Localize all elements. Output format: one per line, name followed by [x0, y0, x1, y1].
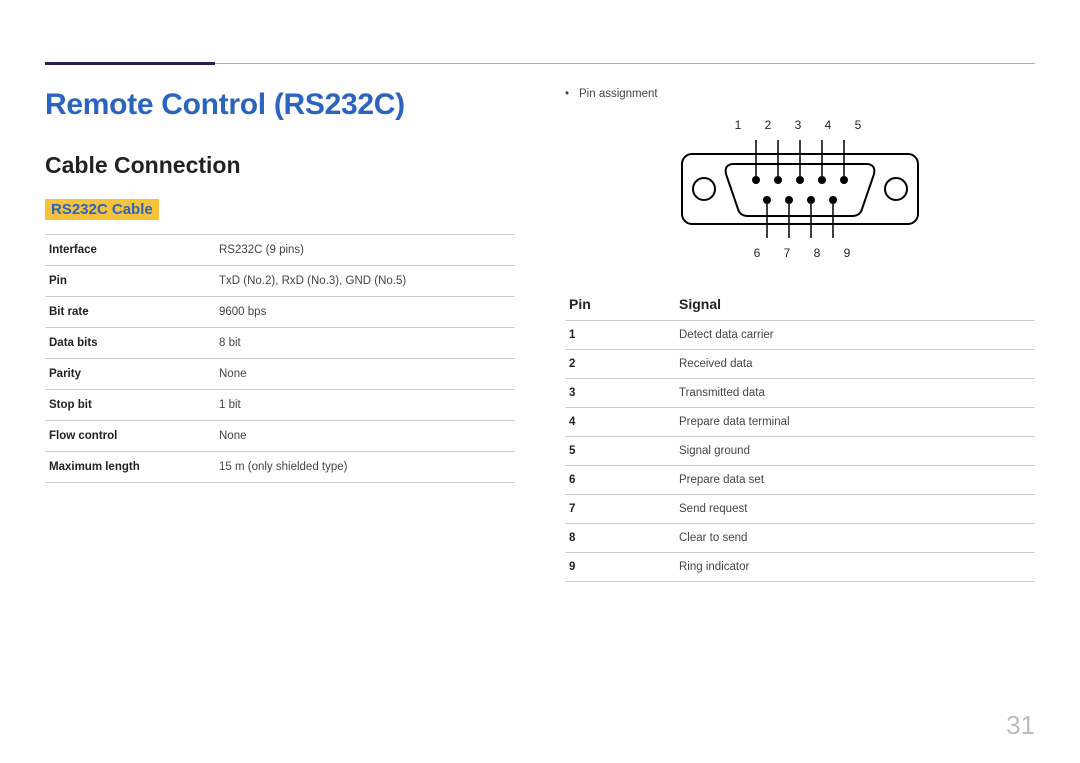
pin-assignment-label: •Pin assignment: [565, 88, 1035, 100]
signal-table: Pin Signal 1Detect data carrier2Received…: [565, 288, 1035, 582]
header-accent: [45, 62, 215, 65]
spec-key: Maximum length: [45, 452, 215, 483]
page-number: 31: [1006, 710, 1035, 741]
spec-key: Flow control: [45, 421, 215, 452]
table-row: 4Prepare data terminal: [565, 408, 1035, 437]
signal-table-header-pin: Pin: [565, 288, 675, 321]
bullet-icon: •: [565, 88, 579, 100]
table-row: Bit rate9600 bps: [45, 297, 515, 328]
pin-signal: Received data: [675, 350, 1035, 379]
spec-key: Bit rate: [45, 297, 215, 328]
pin-number: 6: [565, 466, 675, 495]
db9-connector-icon: [680, 134, 920, 244]
spec-value: 8 bit: [215, 328, 515, 359]
spec-key: Stop bit: [45, 390, 215, 421]
content-area: Remote Control (RS232C) Cable Connection…: [45, 88, 1035, 582]
spec-value: TxD (No.2), RxD (No.3), GND (No.5): [215, 266, 515, 297]
pin-labels-bottom: 6 7 8 9: [670, 246, 930, 260]
spec-key: Parity: [45, 359, 215, 390]
connector-diagram: 1 2 3 4 5: [670, 118, 930, 260]
pin-signal: Clear to send: [675, 524, 1035, 553]
signal-table-header-signal: Signal: [675, 288, 1035, 321]
pin-number: 4: [565, 408, 675, 437]
table-row: InterfaceRS232C (9 pins): [45, 235, 515, 266]
table-row: 6Prepare data set: [565, 466, 1035, 495]
pin-number: 9: [565, 553, 675, 582]
table-row: PinTxD (No.2), RxD (No.3), GND (No.5): [45, 266, 515, 297]
pin-labels-top: 1 2 3 4 5: [670, 118, 930, 132]
spec-value: 1 bit: [215, 390, 515, 421]
spec-value: 15 m (only shielded type): [215, 452, 515, 483]
spec-value: None: [215, 421, 515, 452]
pin-signal: Prepare data set: [675, 466, 1035, 495]
pin-number: 5: [565, 437, 675, 466]
table-row: Maximum length15 m (only shielded type): [45, 452, 515, 483]
pin-number: 3: [565, 379, 675, 408]
spec-value: RS232C (9 pins): [215, 235, 515, 266]
pin-signal: Signal ground: [675, 437, 1035, 466]
table-row: 3Transmitted data: [565, 379, 1035, 408]
pin-signal: Ring indicator: [675, 553, 1035, 582]
left-column: Remote Control (RS232C) Cable Connection…: [45, 88, 515, 582]
table-row: 9Ring indicator: [565, 553, 1035, 582]
pin-signal: Prepare data terminal: [675, 408, 1035, 437]
spec-value: 9600 bps: [215, 297, 515, 328]
pin-number: 2: [565, 350, 675, 379]
spec-key: Data bits: [45, 328, 215, 359]
table-row: 1Detect data carrier: [565, 321, 1035, 350]
pin-number: 7: [565, 495, 675, 524]
spec-value: None: [215, 359, 515, 390]
table-row: ParityNone: [45, 359, 515, 390]
right-column: •Pin assignment 1 2 3 4 5: [565, 88, 1035, 582]
table-row: Data bits8 bit: [45, 328, 515, 359]
table-row: 5Signal ground: [565, 437, 1035, 466]
subheading-highlight: RS232C Cable: [45, 199, 159, 220]
table-row: 8Clear to send: [565, 524, 1035, 553]
pin-signal: Send request: [675, 495, 1035, 524]
pin-signal: Detect data carrier: [675, 321, 1035, 350]
spec-key: Interface: [45, 235, 215, 266]
spec-key: Pin: [45, 266, 215, 297]
table-row: Flow controlNone: [45, 421, 515, 452]
pin-number: 1: [565, 321, 675, 350]
table-row: Stop bit1 bit: [45, 390, 515, 421]
spec-table: InterfaceRS232C (9 pins)PinTxD (No.2), R…: [45, 234, 515, 483]
pin-signal: Transmitted data: [675, 379, 1035, 408]
section-heading: Cable Connection: [45, 152, 515, 179]
page-title: Remote Control (RS232C): [45, 88, 515, 122]
pin-number: 8: [565, 524, 675, 553]
table-row: 7Send request: [565, 495, 1035, 524]
table-row: 2Received data: [565, 350, 1035, 379]
